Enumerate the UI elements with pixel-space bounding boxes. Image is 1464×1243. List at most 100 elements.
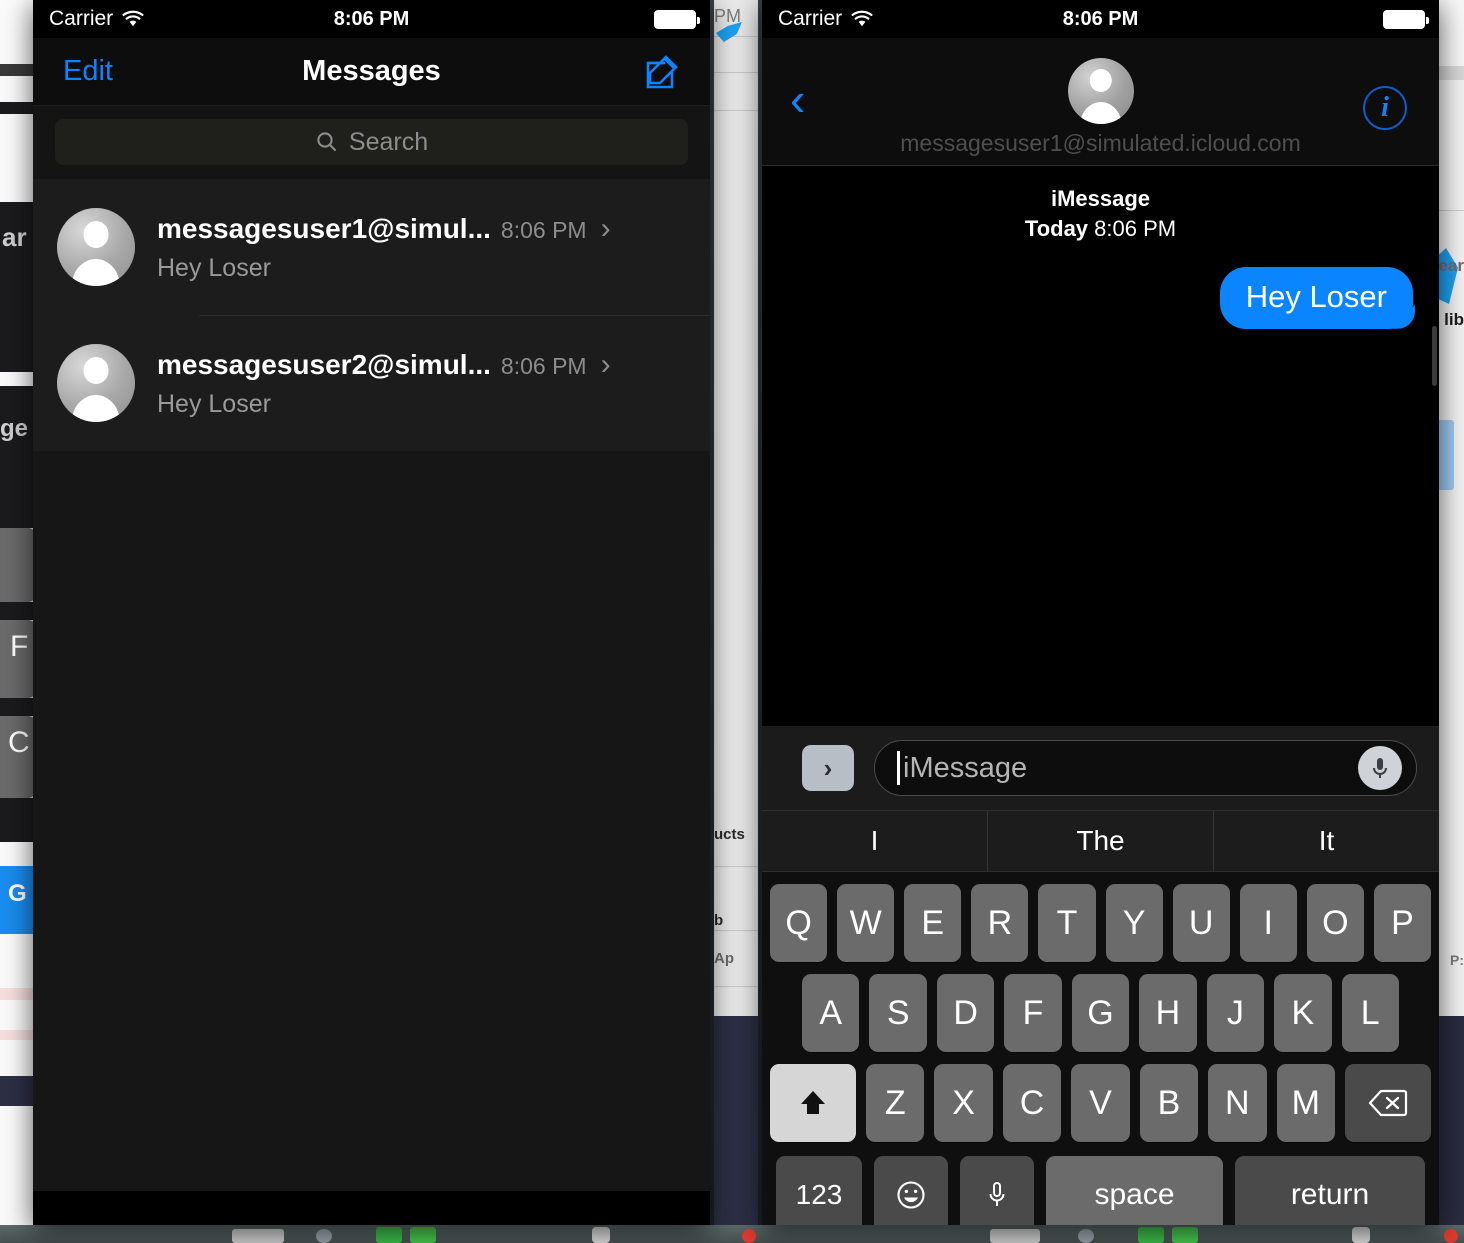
conversation-name: messagesuser2@simul... [157, 348, 491, 380]
smiley-face-icon[interactable] [874, 1156, 948, 1225]
conversation-preview: Hey Loser [157, 253, 271, 282]
key-g[interactable]: G [1071, 974, 1130, 1052]
dock-icon-1[interactable] [232, 1229, 284, 1243]
ios-screen-left: Carrier 8:06 PM Edit Messages Search mes… [33, 0, 710, 1225]
key-m[interactable]: M [1276, 1064, 1335, 1142]
key-h[interactable]: H [1139, 974, 1197, 1052]
bg-right-text-lib: lib [1444, 310, 1464, 329]
compose-icon[interactable] [644, 53, 682, 91]
info-circle-icon[interactable]: i [1363, 86, 1407, 130]
key-s[interactable]: S [869, 974, 927, 1052]
background-gap-window: PM ucts b Ap [714, 0, 758, 1225]
key-b[interactable]: B [1139, 1064, 1199, 1142]
key-o[interactable]: O [1306, 884, 1364, 962]
key-w[interactable]: W [837, 884, 895, 962]
key-c[interactable]: C [1002, 1064, 1062, 1142]
key-x[interactable]: X [934, 1064, 993, 1142]
dock-icon-3[interactable] [376, 1227, 402, 1243]
list-item[interactable]: messagesuser2@simul... 8:06 PM › Hey Los… [33, 315, 710, 451]
bg-key-f: F [10, 630, 29, 663]
bg-text-ge: ge [0, 415, 29, 442]
thread-date-prefix: Today [1024, 216, 1089, 242]
dock-icon-6[interactable] [742, 1229, 756, 1243]
list-item[interactable]: messagesuser1@simul... 8:06 PM › Hey Los… [33, 179, 710, 315]
key-j[interactable]: J [1206, 974, 1265, 1052]
dock-icon-12[interactable] [1444, 1229, 1458, 1243]
service-label: iMessage [1050, 186, 1151, 211]
bg-right-text-p: P: [1450, 952, 1464, 968]
message-bubble[interactable]: Hey Loser [1219, 266, 1413, 329]
key-r[interactable]: R [971, 884, 1029, 962]
key-i[interactable]: I [1239, 884, 1297, 962]
chevron-right-icon: › [600, 347, 611, 381]
bg-key-c: C [8, 726, 30, 759]
message-placeholder: iMessage [903, 751, 1028, 784]
key-z[interactable]: Z [866, 1064, 925, 1142]
ios-screen-right: Carrier 8:06 PM ‹ messagesuser1@simulate… [762, 0, 1439, 1225]
search-input[interactable]: Search [55, 119, 688, 165]
key-v[interactable]: V [1071, 1064, 1130, 1142]
dock-icon-8[interactable] [1078, 1229, 1094, 1243]
battery-full-icon [654, 9, 700, 29]
conversation-time: 8:06 PM [500, 352, 587, 379]
prediction-item-3[interactable]: It [1213, 811, 1439, 871]
page-title: Messages [302, 55, 441, 87]
simulator-window-messages-list[interactable]: iPhone 6s – iOS 10.0 (14A5261u) Carrier … [33, 0, 710, 1225]
prediction-item-1[interactable]: I [762, 811, 987, 871]
status-battery-group [654, 9, 700, 29]
key-n[interactable]: N [1208, 1064, 1267, 1142]
conversation-preview: Hey Loser [157, 389, 271, 418]
conversation-time: 8:06 PM [500, 216, 587, 243]
bg-gap-text-ucts: ucts [714, 826, 745, 843]
key-p[interactable]: P [1373, 884, 1431, 962]
key-e[interactable]: E [904, 884, 962, 962]
prediction-item-2[interactable]: The [987, 811, 1213, 871]
space-key[interactable]: space [1046, 1156, 1223, 1225]
messages-navbar: Edit Messages [33, 38, 710, 106]
status-time-right: 8:06 PM [1062, 7, 1139, 30]
thread-date: Today 8:06 PM [762, 214, 1439, 244]
key-f[interactable]: F [1004, 974, 1062, 1052]
numbers-key[interactable]: 123 [776, 1156, 862, 1225]
list-item-content: messagesuser2@simul... 8:06 PM › Hey Los… [157, 348, 690, 419]
dock-icon-7[interactable] [990, 1229, 1040, 1243]
simulator-window-conversation[interactable]: iPhone 6s – iOS 10.0 (14A5261u) Carrier … [762, 0, 1439, 1225]
message-input[interactable]: iMessage [874, 740, 1417, 796]
key-k[interactable]: K [1274, 974, 1332, 1052]
dock-icon-2[interactable] [316, 1229, 332, 1243]
info-letter: i [1381, 92, 1389, 123]
avatar [57, 208, 135, 286]
return-key[interactable]: return [1235, 1156, 1425, 1225]
key-d[interactable]: D [936, 974, 995, 1052]
battery-full-icon [1383, 9, 1429, 29]
dictation-microphone-icon[interactable] [960, 1156, 1034, 1225]
avatar [1067, 58, 1134, 124]
search-placeholder: Search [348, 127, 429, 156]
dock-icon-4[interactable] [410, 1227, 436, 1243]
dock-icon-10[interactable] [1172, 1227, 1198, 1243]
key-l[interactable]: L [1341, 974, 1399, 1052]
scrollbar[interactable] [1432, 326, 1437, 386]
delete-backspace-icon[interactable] [1344, 1064, 1431, 1142]
dock-icon-11[interactable] [1352, 1227, 1370, 1243]
key-t[interactable]: T [1038, 884, 1096, 962]
macos-dock[interactable] [0, 1225, 1464, 1243]
key-q[interactable]: Q [770, 884, 828, 962]
chevron-right-icon: › [600, 211, 611, 245]
ios-status-bar-left: Carrier 8:06 PM [33, 0, 710, 38]
conversation-navbar: ‹ messagesuser1@simulated.icloud.com i [762, 38, 1439, 166]
list-item-content: messagesuser1@simul... 8:06 PM › Hey Los… [157, 212, 690, 283]
dock-icon-9[interactable] [1138, 1227, 1164, 1243]
app-store-chevron-icon[interactable]: › [802, 745, 854, 791]
keyboard-row-2: A S D F G H J K L [762, 974, 1439, 1052]
key-y[interactable]: Y [1105, 884, 1163, 962]
status-battery-group [1383, 9, 1429, 29]
key-u[interactable]: U [1172, 884, 1230, 962]
avatar [57, 344, 135, 422]
search-icon [317, 132, 336, 152]
key-a[interactable]: A [802, 974, 860, 1052]
conversation-contact-header[interactable]: messagesuser1@simulated.icloud.com [762, 58, 1439, 157]
dock-icon-5[interactable] [592, 1227, 610, 1243]
microphone-icon[interactable] [1358, 746, 1402, 790]
shift-up-arrow-icon[interactable] [770, 1064, 857, 1142]
